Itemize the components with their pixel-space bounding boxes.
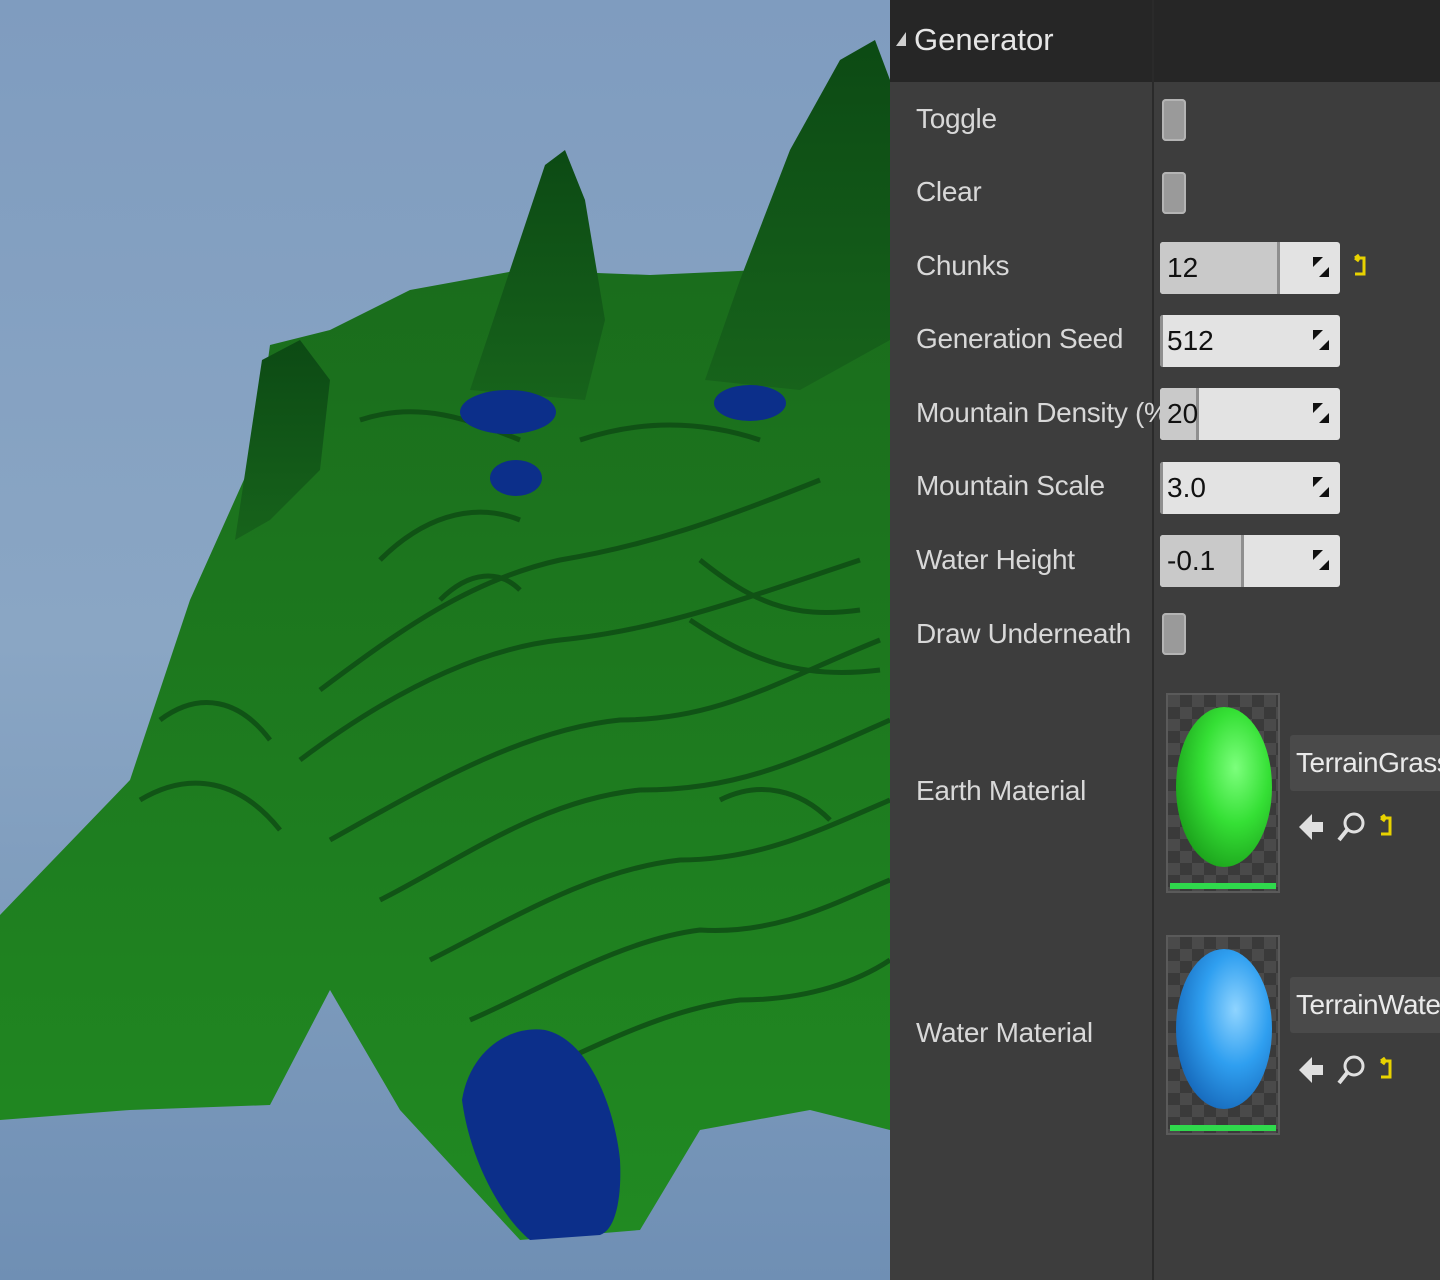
category-header[interactable]: Generator xyxy=(890,0,1440,82)
chunks-label: Chunks xyxy=(916,250,1010,281)
spin-arrows-icon[interactable] xyxy=(1312,549,1330,571)
water-height-label: Water Height xyxy=(916,544,1075,575)
draw-underneath-checkbox[interactable] xyxy=(1162,613,1186,655)
asset-type-bar xyxy=(1170,883,1276,889)
mountain-scale-label: Mountain Scale xyxy=(916,470,1105,501)
water-pool xyxy=(714,385,786,421)
column-divider[interactable] xyxy=(1152,0,1154,1280)
browse-search-icon[interactable] xyxy=(1336,1053,1366,1087)
reset-to-default-icon[interactable] xyxy=(1378,814,1396,840)
chunks-input[interactable]: 12 xyxy=(1160,242,1340,294)
use-selected-arrow-icon[interactable] xyxy=(1297,810,1327,844)
earth-material-thumbnail[interactable] xyxy=(1166,693,1280,893)
mountain-scale-input[interactable]: 3.0 xyxy=(1160,462,1340,514)
water-height-value: -0.1 xyxy=(1167,545,1216,576)
draw-underneath-label: Draw Underneath xyxy=(916,618,1131,649)
water-sphere-preview xyxy=(1168,937,1278,1133)
spin-arrows-icon[interactable] xyxy=(1312,476,1330,498)
clear-checkbox[interactable] xyxy=(1162,172,1186,214)
collapse-arrow-icon[interactable] xyxy=(896,32,906,46)
slider-fill xyxy=(1160,462,1163,514)
browse-search-icon[interactable] xyxy=(1336,810,1366,844)
reset-to-default-icon[interactable] xyxy=(1352,254,1370,280)
earth-material-asset-label: TerrainGrass xyxy=(1296,747,1440,778)
water-pool xyxy=(490,460,542,496)
mountain-density-input[interactable]: 20 xyxy=(1160,388,1340,440)
water-material-thumbnail[interactable] xyxy=(1166,935,1280,1135)
clear-label: Clear xyxy=(916,176,982,207)
category-title: Generator xyxy=(914,22,1054,57)
mountain-density-label: Mountain Density (%) xyxy=(916,397,1178,428)
earth-material-label: Earth Material xyxy=(916,775,1087,806)
spin-arrows-icon[interactable] xyxy=(1312,256,1330,278)
water-material-label: Water Material xyxy=(916,1017,1093,1048)
reset-to-default-icon[interactable] xyxy=(1378,1057,1396,1083)
chunks-value: 12 xyxy=(1167,252,1199,283)
slider-fill xyxy=(1160,315,1163,367)
mountain-scale-value: 3.0 xyxy=(1167,472,1206,503)
terrain-viewport[interactable] xyxy=(0,0,890,1280)
toggle-label: Toggle xyxy=(916,103,997,134)
generation-seed-label: Generation Seed xyxy=(916,323,1124,354)
grass-sphere-preview xyxy=(1168,695,1278,891)
water-material-asset-label: TerrainWater xyxy=(1296,989,1440,1020)
details-panel: Generator Toggle Clear Chunks 12 Generat… xyxy=(890,0,1440,1280)
earth-material-asset-name[interactable]: TerrainGrass xyxy=(1290,735,1440,791)
toggle-checkbox[interactable] xyxy=(1162,99,1186,141)
mountain-density-value: 20 xyxy=(1167,398,1199,429)
spin-arrows-icon[interactable] xyxy=(1312,329,1330,351)
use-selected-arrow-icon[interactable] xyxy=(1297,1053,1327,1087)
asset-type-bar xyxy=(1170,1125,1276,1131)
generation-seed-input[interactable]: 512 xyxy=(1160,315,1340,367)
water-pool xyxy=(460,390,556,434)
terrain-render xyxy=(0,0,890,1280)
water-height-input[interactable]: -0.1 xyxy=(1160,535,1340,587)
spin-arrows-icon[interactable] xyxy=(1312,402,1330,424)
water-material-asset-name[interactable]: TerrainWater xyxy=(1290,977,1440,1033)
generation-seed-value: 512 xyxy=(1167,325,1214,356)
